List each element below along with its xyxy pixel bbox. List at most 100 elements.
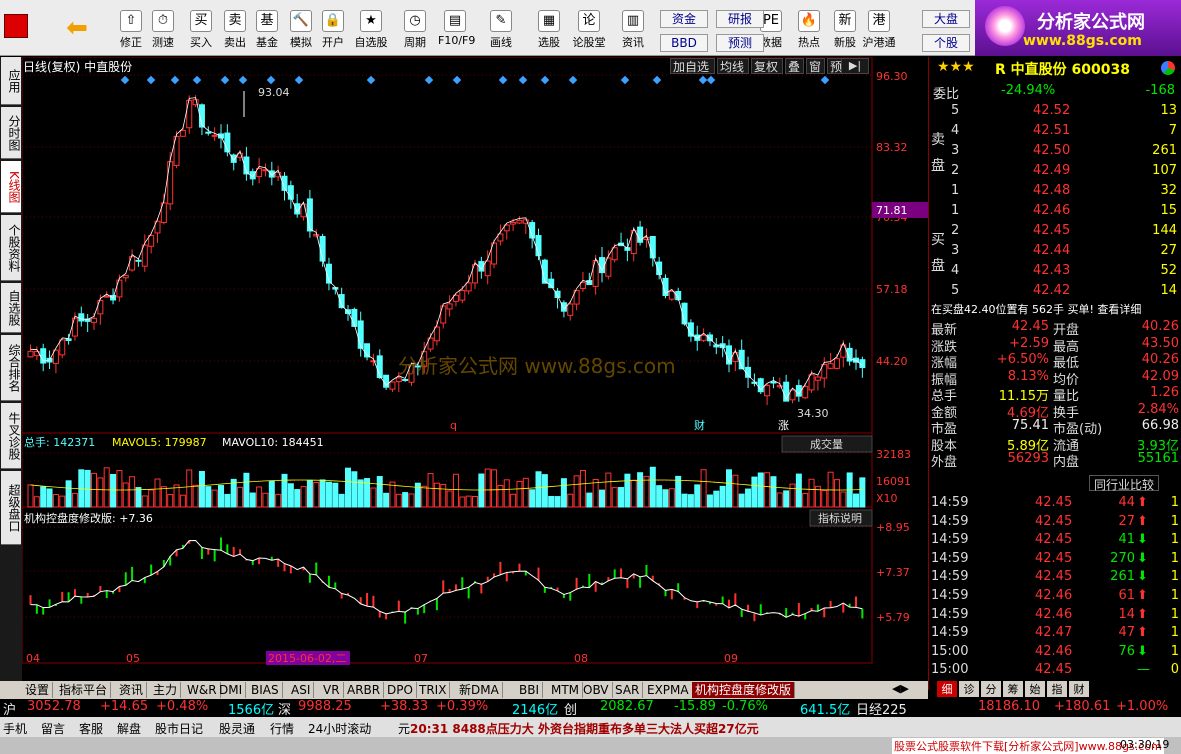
indicator-tab-2[interactable]: 资讯 <box>116 682 148 698</box>
toolbar-forum-button[interactable]: 论论股堂 <box>572 10 606 54</box>
volume-bar <box>535 471 542 508</box>
candle-body <box>370 360 377 363</box>
news-ticker[interactable]: 20:31 8488点压力大 外资台指期重布多单三大法人买超27亿元 <box>410 720 759 737</box>
toolbar-draw-button[interactable]: ✎ 画线 <box>484 10 518 54</box>
right-tab-3[interactable]: 筹 <box>1003 681 1023 697</box>
indicator-tab-0[interactable]: 设置 <box>22 682 54 698</box>
toolbar-small-button[interactable]: 个股 <box>922 34 970 52</box>
indicator-tab-1[interactable]: 指标平台 <box>56 682 112 698</box>
volume-bar <box>300 486 307 508</box>
volume-bar <box>694 484 701 508</box>
left-tab-7[interactable]: 超级盘口 <box>1 471 21 545</box>
chart-button-1[interactable]: 均线 <box>717 58 749 74</box>
toolbar-fund-button[interactable]: 基基金 <box>250 10 284 54</box>
status-item-5[interactable]: 股灵通 <box>219 720 255 737</box>
indicator-tab-14[interactable]: MTM <box>548 682 584 698</box>
toolbar-watch-label: 自选股 <box>354 36 388 49</box>
chart-button-0[interactable]: 加自选 <box>670 58 715 74</box>
status-item-4[interactable]: 股市日记 <box>155 720 203 737</box>
indicator-tab-5[interactable]: DMI <box>216 682 247 698</box>
toolbar-open-button[interactable]: 🔒 开户 <box>316 10 350 54</box>
status-item-3[interactable]: 解盘 <box>117 720 141 737</box>
tick-count: 1 <box>1170 625 1179 641</box>
toolbar-sell-button[interactable]: 卖卖出 <box>218 10 252 54</box>
right-tab-6[interactable]: 财 <box>1069 681 1089 697</box>
left-tab-1[interactable]: 分时图 <box>1 107 21 159</box>
toolbar-hot-button[interactable]: 🔥 热点 <box>792 10 826 54</box>
indicator-tab-18[interactable]: 机构控盘度修改版 <box>692 682 796 698</box>
status-item-8[interactable]: 元 <box>398 720 410 737</box>
toolbar-sim-button[interactable]: 🔨 模拟 <box>284 10 318 54</box>
chart-button-3[interactable]: 叠 <box>785 58 804 74</box>
big-order-notice[interactable]: 在买盘42.40位置有 562手 买单! 查看详细 <box>931 301 1141 317</box>
scroll-left-icon[interactable]: ◀▶ <box>892 682 909 695</box>
signal-diamond <box>452 75 462 85</box>
indicator-tab-17[interactable]: EXPMA <box>644 682 693 698</box>
left-tab-0[interactable]: 应用 <box>1 57 21 105</box>
status-item-0[interactable]: 手机 <box>3 720 27 737</box>
toolbar-revise-button[interactable]: ⇧ 修正 <box>114 10 148 54</box>
status-item-6[interactable]: 行情 <box>270 720 294 737</box>
right-tab-2[interactable]: 分 <box>981 681 1001 697</box>
ask-price: 42.52 <box>1033 103 1071 118</box>
toolbar-revise-label: 修正 <box>120 36 142 49</box>
kline-chart-area[interactable]: 96.3083.3270.3457.1844.2071.813218316091… <box>22 57 928 665</box>
toolbar-test-button[interactable]: ⏱ 测速 <box>146 10 180 54</box>
indicator-tab-3[interactable]: 主力 <box>150 682 182 698</box>
right-tab-1[interactable]: 诊 <box>959 681 979 697</box>
toolbar-hk-button[interactable]: 港沪港通 <box>862 10 896 54</box>
bid-row: 5 42.42 14 <box>951 283 1179 301</box>
left-tab-5[interactable]: 综合排名 <box>1 335 21 401</box>
stat-value: 56293 <box>1007 451 1049 466</box>
indicator-tab-10[interactable]: DPO <box>384 682 417 698</box>
indicator-tab-9[interactable]: ARBR <box>344 682 385 698</box>
toolbar-small-button[interactable]: 大盘 <box>922 10 970 28</box>
indicator-tab-8[interactable]: VR <box>320 682 344 698</box>
left-tab-2[interactable]: K线图 <box>1 161 21 213</box>
toolbar-period-button[interactable]: ◷ 周期 <box>398 10 432 54</box>
indicator-tab-16[interactable]: SAR <box>612 682 644 698</box>
watermark: 分析家公式网 www.88gs.com <box>398 354 676 378</box>
indicator-tab-15[interactable]: OBV <box>580 682 613 698</box>
status-item-2[interactable]: 客服 <box>79 720 103 737</box>
bid-price: 42.45 <box>1033 223 1071 238</box>
signal-diamond <box>706 75 716 85</box>
toolbar-pick-button[interactable]: ▦ 选股 <box>532 10 566 54</box>
indicator-tab-6[interactable]: BIAS <box>248 682 283 698</box>
indicator-tab-7[interactable]: ASI <box>288 682 315 698</box>
volume-bar <box>351 471 358 508</box>
volume-bar <box>491 469 498 508</box>
toolbar-small-button[interactable]: BBD <box>660 34 708 52</box>
bid-price: 42.42 <box>1033 283 1071 298</box>
indicator-tab-12[interactable]: 新DMA <box>456 682 503 698</box>
toolbar-small-button[interactable]: 资金 <box>660 10 708 28</box>
status-item-1[interactable]: 留言 <box>41 720 65 737</box>
status-item-7[interactable]: 24小时滚动 <box>308 720 371 737</box>
back-arrow-icon[interactable]: ⬅ <box>62 14 92 44</box>
indicator-tab-13[interactable]: BBI <box>516 682 544 698</box>
toolbar-watch-button[interactable]: ★ 自选股 <box>354 10 388 54</box>
chart-button-2[interactable]: 复权 <box>751 58 783 74</box>
indicator-tab-11[interactable]: TRIX <box>416 682 451 698</box>
volume-bar <box>840 491 847 508</box>
compare-button[interactable]: 同行业比较 <box>1089 475 1159 492</box>
left-tab-4[interactable]: 自选股 <box>1 283 21 333</box>
pie-icon[interactable] <box>1161 61 1175 75</box>
app-icon[interactable] <box>4 14 28 38</box>
left-tab-6[interactable]: 牛叉诊股 <box>1 403 21 469</box>
toolbar-f10-button[interactable]: ▤ F10/F9 <box>438 10 475 54</box>
toolbar-news-button[interactable]: ▥ 资讯 <box>616 10 650 54</box>
toolbar-newstock-button[interactable]: 新新股 <box>828 10 862 54</box>
expand-arrow-icon[interactable]: ▶| <box>841 58 869 74</box>
right-tab-5[interactable]: 指 <box>1047 681 1067 697</box>
left-tab-3[interactable]: 个股资料 <box>1 215 21 281</box>
chart-button-4[interactable]: 窗 <box>806 58 825 74</box>
toolbar-buy-button[interactable]: 买买入 <box>184 10 218 54</box>
toolbar-small-button[interactable]: 研报 <box>716 10 764 28</box>
indicator-help-button: 指标说明 <box>818 511 862 525</box>
right-tab-0[interactable]: 细 <box>937 681 957 697</box>
tick-price: 42.45 <box>1035 550 1073 566</box>
toolbar-small-button[interactable]: 预测 <box>716 34 764 52</box>
right-tab-4[interactable]: 始 <box>1025 681 1045 697</box>
tick-volume: 27 <box>1118 513 1135 529</box>
